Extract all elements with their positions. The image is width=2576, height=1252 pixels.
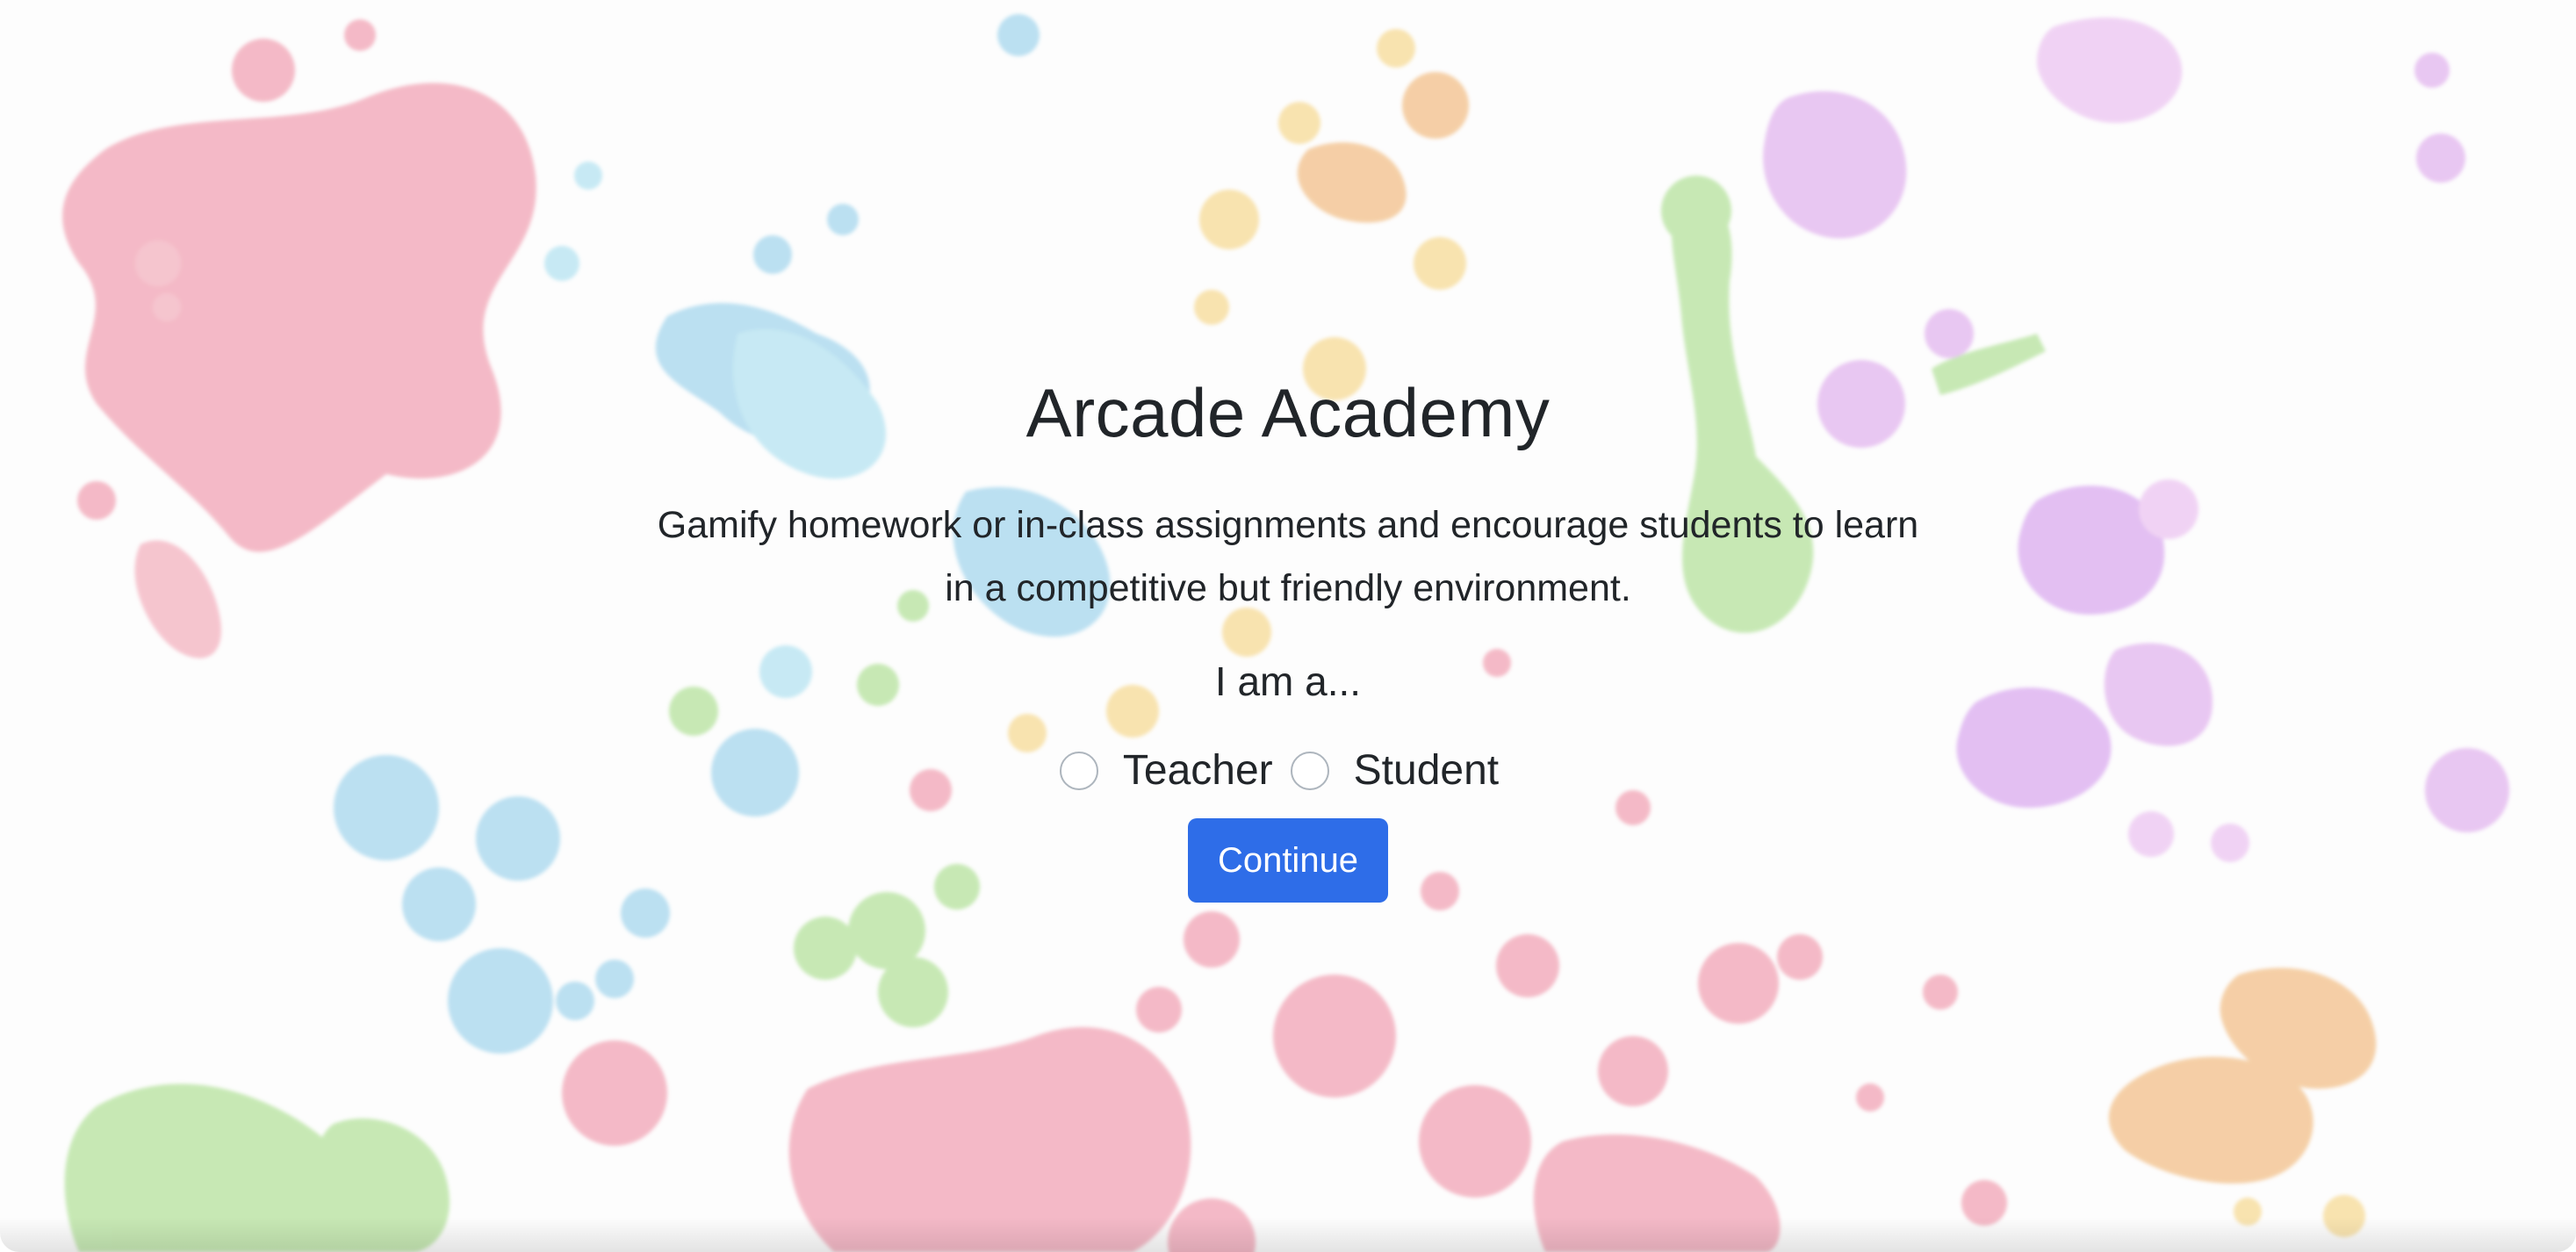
teacher-radio[interactable] <box>1059 752 1098 790</box>
role-prompt: I am a... <box>1214 658 1362 704</box>
role-option-student[interactable]: Student <box>1290 745 1516 797</box>
student-radio-label[interactable]: Student <box>1354 745 1499 797</box>
teacher-radio-label[interactable]: Teacher <box>1123 745 1273 797</box>
hero-section: Arcade Academy Gamify homework or in-cla… <box>0 369 2576 903</box>
page-title: Arcade Academy <box>1025 374 1551 451</box>
page-description: Gamify homework or in-class assignments … <box>657 504 1919 609</box>
student-radio[interactable] <box>1290 752 1329 790</box>
role-radio-group: Teacher Student <box>0 745 2576 797</box>
landing-page: Arcade Academy Gamify homework or in-cla… <box>0 0 2576 1252</box>
continue-button[interactable]: Continue <box>1187 818 1389 903</box>
role-option-teacher[interactable]: Teacher <box>1059 745 1291 797</box>
